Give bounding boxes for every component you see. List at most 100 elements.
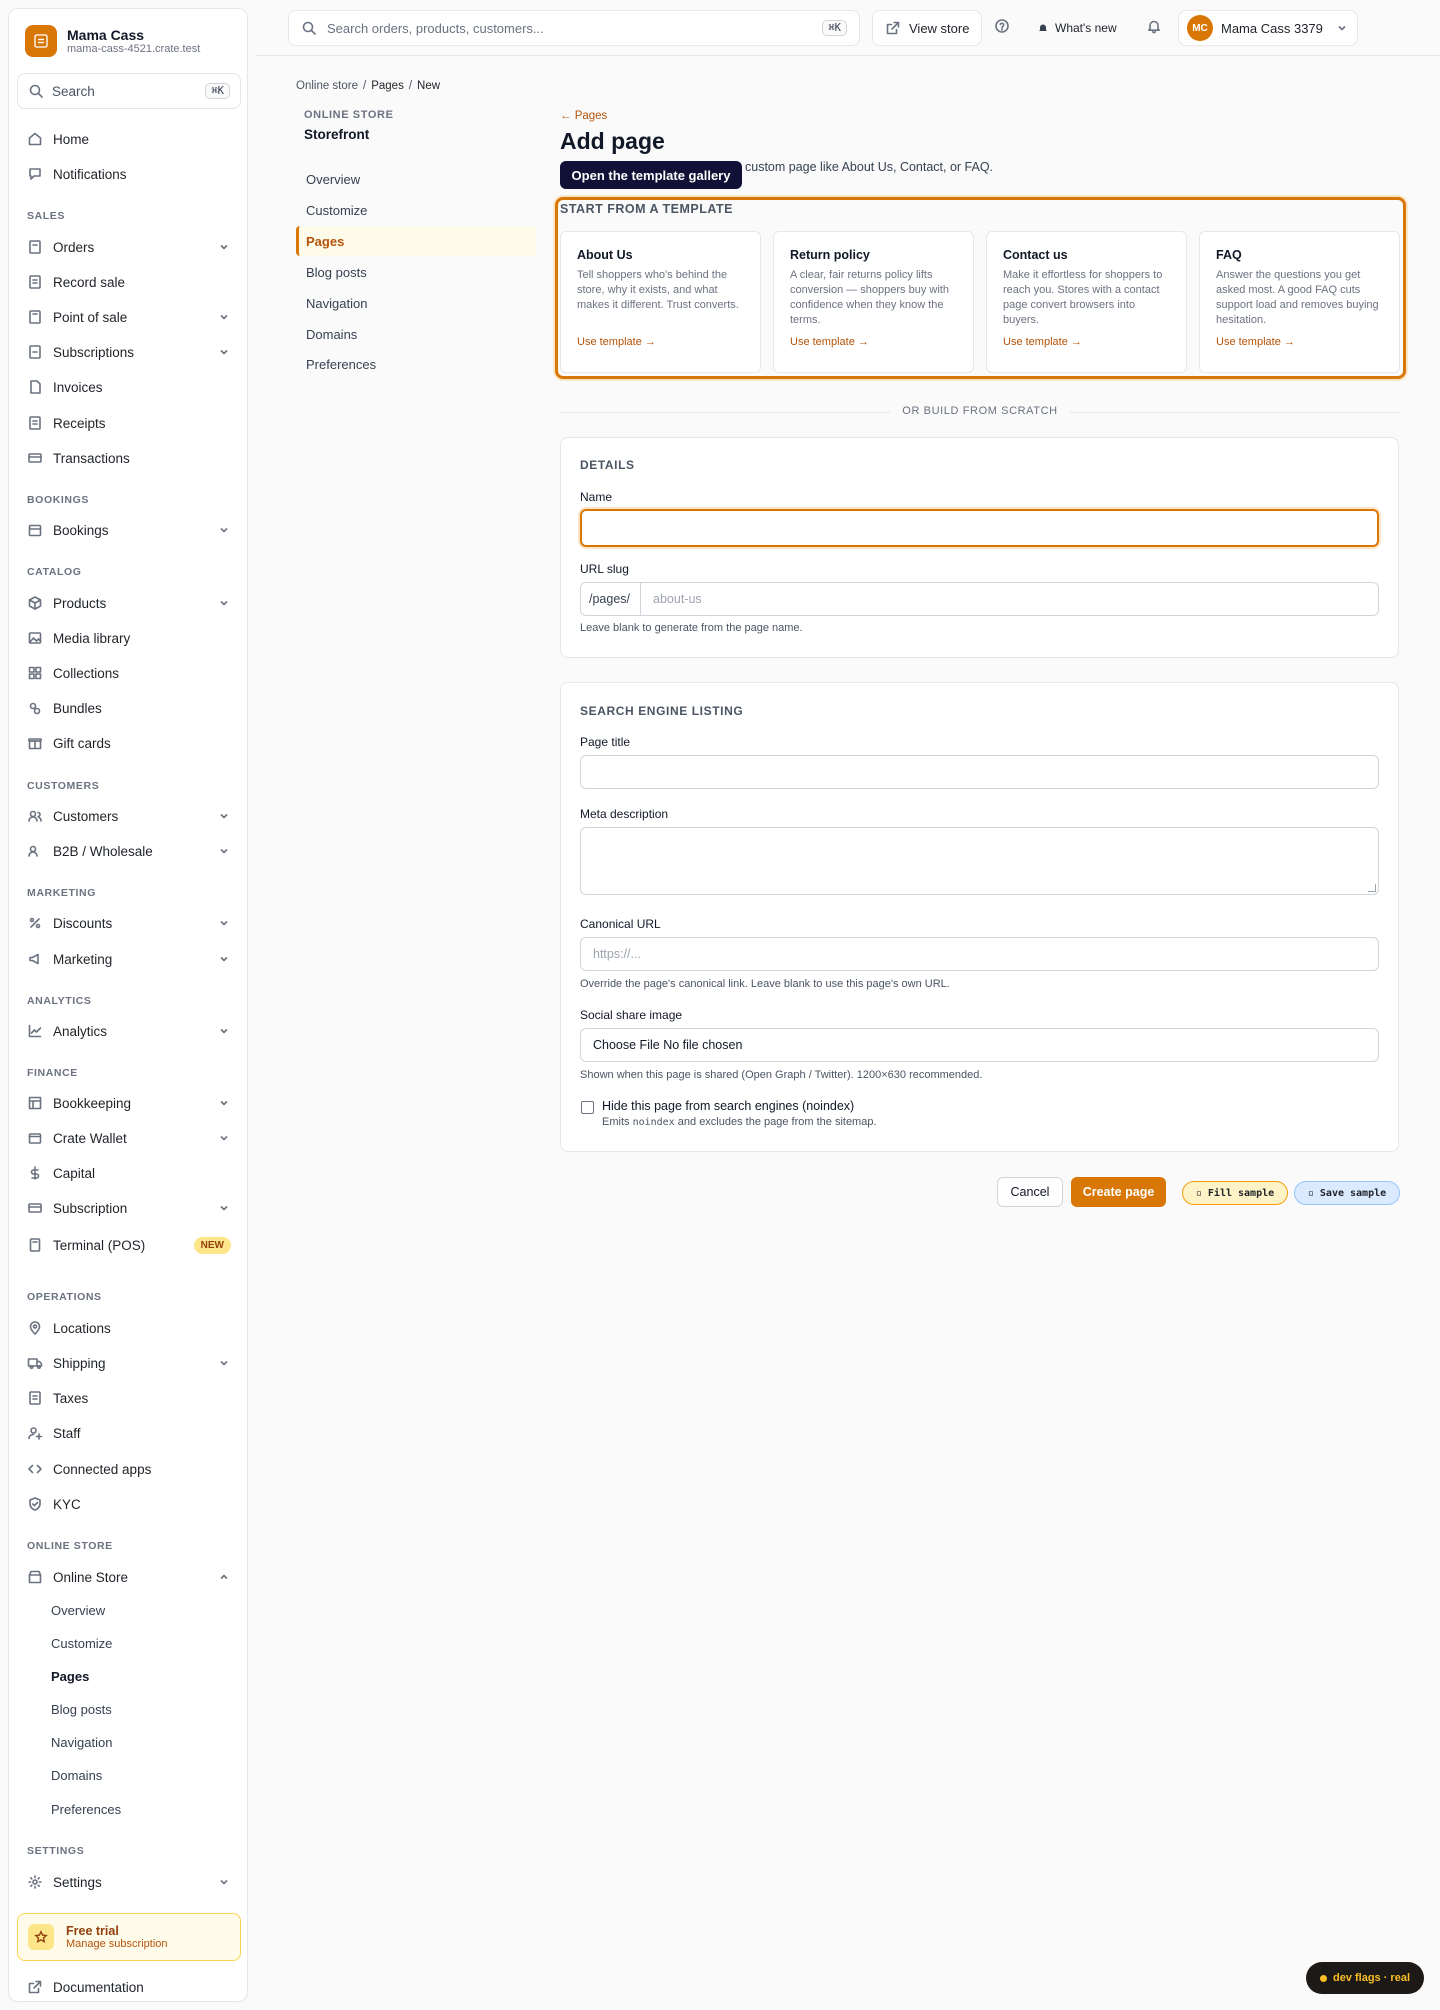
subnav-overview[interactable]: Overview [296, 164, 536, 194]
sidebar-item-online-store[interactable]: Online Store [17, 1562, 241, 1592]
sidebar-item-staff[interactable]: Staff [17, 1418, 241, 1448]
subnav-preferences[interactable]: Preferences [296, 349, 536, 379]
chevron-down-icon [1335, 21, 1349, 35]
sidebar-item-bundles[interactable]: Bundles [17, 693, 241, 723]
template-card-about-us[interactable]: About Us Tell shoppers who's behind the … [560, 231, 761, 373]
meta-description-textarea[interactable] [580, 827, 1379, 895]
use-template-link[interactable]: Use template → [1003, 336, 1170, 348]
sidebar-item-label: Home [53, 131, 90, 147]
sidebar-item-bookkeeping[interactable]: Bookkeeping [17, 1088, 241, 1118]
template-card-contact-us[interactable]: Contact us Make it effortless for shoppe… [986, 231, 1187, 373]
sidebar-item-subscriptions[interactable]: Subscriptions [17, 337, 241, 367]
breadcrumb-online-store[interactable]: Online store [296, 80, 358, 92]
sidebar-item-discounts[interactable]: Discounts [17, 908, 241, 938]
name-input[interactable] [580, 509, 1379, 547]
sidebar-item-connected-apps[interactable]: Connected apps [17, 1454, 241, 1484]
breadcrumb-separator: / [363, 80, 367, 92]
fill-sample-button[interactable]: ▫ Fill sample [1182, 1181, 1288, 1205]
sidebar-item-collections[interactable]: Collections [17, 658, 241, 688]
resize-handle-icon[interactable] [1368, 884, 1376, 892]
sidebar-item-invoices[interactable]: Invoices [17, 372, 241, 402]
name-label: Name [580, 490, 613, 504]
use-template-link[interactable]: Use template → [1216, 336, 1383, 348]
sidebar-item-terminal[interactable]: Terminal (POS) NEW [17, 1230, 241, 1260]
template-gallery-tooltip[interactable]: Open the template gallery [560, 161, 742, 189]
sidebar-item-products[interactable]: Products [17, 588, 241, 618]
sidebar-item-b2b[interactable]: B2B / Wholesale [17, 836, 241, 866]
back-to-pages-link[interactable]: ← Pages [560, 110, 607, 122]
sidebar-item-point-of-sale[interactable]: Point of sale [17, 302, 241, 332]
whats-new-button[interactable]: What's new [1037, 14, 1117, 42]
notifications-bell-icon[interactable] [1146, 18, 1162, 34]
sidebar-item-settings[interactable]: Settings [17, 1867, 241, 1897]
sidebar-item-analytics[interactable]: Analytics [17, 1016, 241, 1046]
sidebar-item-customers[interactable]: Customers [17, 801, 241, 831]
view-store-button[interactable]: View store [872, 10, 983, 46]
subscriptions-icon [27, 344, 43, 360]
sidebar-item-record-sale[interactable]: Record sale [17, 267, 241, 297]
sidebar-item-capital[interactable]: Capital [17, 1158, 241, 1188]
template-card-faq[interactable]: FAQ Answer the questions you get asked m… [1199, 231, 1400, 373]
sidebar-item-label: Connected apps [53, 1461, 152, 1477]
dev-flags-label: dev flags · real [1332, 1972, 1411, 1984]
sidebar-sub-overview[interactable]: Overview [51, 1603, 105, 1618]
sidebar-sub-blog-posts[interactable]: Blog posts [51, 1702, 112, 1717]
account-name: Mama Cass 3379 [1221, 20, 1323, 36]
sidebar-sub-domains[interactable]: Domains [51, 1768, 102, 1783]
use-template-link[interactable]: Use template → [577, 336, 744, 348]
map-pin-icon [27, 1320, 43, 1336]
sidebar-item-crate-wallet[interactable]: Crate Wallet [17, 1123, 241, 1153]
sidebar-item-media-library[interactable]: Media library [17, 623, 241, 653]
sidebar-item-kyc[interactable]: KYC [17, 1489, 241, 1519]
sidebar-search[interactable]: Search ⌘K [17, 73, 241, 109]
subnav-navigation[interactable]: Navigation [296, 288, 536, 318]
sidebar-item-shipping[interactable]: Shipping [17, 1348, 241, 1378]
sidebar-item-notifications[interactable]: Notifications [17, 159, 241, 189]
sidebar-item-transactions[interactable]: Transactions [17, 443, 241, 473]
sidebar-item-orders[interactable]: Orders [17, 232, 241, 262]
chevron-down-icon [217, 523, 231, 537]
sidebar-sub-pages[interactable]: Pages [51, 1669, 89, 1684]
brand[interactable]: Mama Cass mama-cass-4521.crate.test [25, 25, 200, 57]
global-search-input[interactable]: Search orders, products, customers... ⌘K [288, 10, 860, 46]
breadcrumb-pages[interactable]: Pages [371, 80, 404, 92]
use-template-link[interactable]: Use template → [790, 336, 957, 348]
sidebar-sub-navigation[interactable]: Navigation [51, 1735, 112, 1750]
sidebar-item-receipts[interactable]: Receipts [17, 408, 241, 438]
social-share-file-input[interactable]: Choose File No file chosen [580, 1028, 1379, 1062]
cancel-button[interactable]: Cancel [997, 1177, 1063, 1207]
free-trial-card[interactable]: Free trial Manage subscription [17, 1913, 241, 1961]
sidebar-item-home[interactable]: Home [17, 124, 241, 154]
sidebar-item-marketing[interactable]: Marketing [17, 944, 241, 974]
template-card-return-policy[interactable]: Return policy A clear, fair returns poli… [773, 231, 974, 373]
sidebar-item-locations[interactable]: Locations [17, 1313, 241, 1343]
canonical-url-input[interactable]: https://... [580, 937, 1379, 971]
help-icon[interactable] [994, 18, 1010, 34]
sidebar-sub-customize[interactable]: Customize [51, 1636, 112, 1651]
sidebar-item-label: Receipts [53, 415, 106, 431]
noindex-checkbox[interactable] [581, 1101, 594, 1114]
sidebar-item-bookings[interactable]: Bookings [17, 515, 241, 545]
subnav-customize[interactable]: Customize [296, 195, 536, 225]
sidebar-item-gift-cards[interactable]: Gift cards [17, 728, 241, 758]
sidebar-item-subscription[interactable]: Subscription [17, 1193, 241, 1223]
choose-file-button[interactable]: Choose File [593, 1038, 660, 1052]
sidebar-item-taxes[interactable]: Taxes [17, 1383, 241, 1413]
sidebar-item-documentation[interactable]: Documentation [17, 1972, 241, 2002]
subnav-domains[interactable]: Domains [296, 319, 536, 349]
sidebar-item-label: Documentation [53, 1979, 144, 1995]
sidebar-item-label: Media library [53, 630, 131, 646]
account-menu[interactable]: MC Mama Cass 3379 [1178, 10, 1358, 46]
subnav-pages[interactable]: Pages [296, 226, 536, 256]
subnav-blog-posts[interactable]: Blog posts [296, 257, 536, 287]
manage-subscription-link[interactable]: Manage subscription [66, 1938, 168, 1950]
sidebar-item-label: Marketing [53, 951, 113, 967]
sidebar-sub-preferences[interactable]: Preferences [51, 1802, 121, 1817]
url-slug-input[interactable]: /pages/ about-us [580, 582, 1379, 616]
dev-flags-badge[interactable]: dev flags · real [1306, 1962, 1424, 1994]
noindex-label[interactable]: Hide this page from search engines (noin… [602, 1099, 854, 1113]
save-sample-button[interactable]: ▫ Save sample [1294, 1181, 1400, 1205]
page-title-input[interactable] [580, 755, 1379, 789]
dollar-icon [27, 1165, 43, 1181]
create-page-button[interactable]: Create page [1071, 1177, 1166, 1207]
